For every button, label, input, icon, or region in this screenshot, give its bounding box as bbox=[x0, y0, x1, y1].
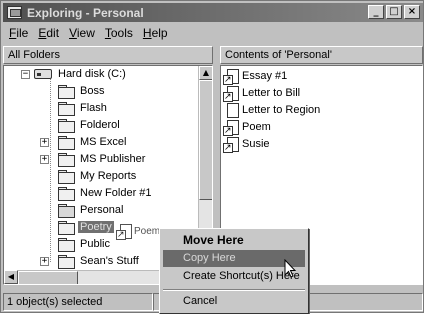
tree-item-label: Public bbox=[80, 238, 110, 250]
ms-publisher-expand-toggle[interactable]: + bbox=[40, 155, 49, 164]
file-item-letter-to-region[interactable]: Letter to Region bbox=[225, 102, 320, 118]
tree-item-label: Flash bbox=[80, 102, 107, 114]
folder-icon bbox=[58, 153, 75, 167]
tree-item-public[interactable]: Public bbox=[58, 236, 112, 252]
menu-edit[interactable]: Edit bbox=[38, 26, 59, 40]
document-shortcut-icon bbox=[116, 224, 132, 240]
maximize-button[interactable]: □ bbox=[386, 5, 402, 19]
close-button[interactable]: × bbox=[404, 5, 420, 19]
folder-icon bbox=[58, 255, 75, 269]
drag-ghost-label: Poem bbox=[134, 225, 161, 237]
menu-tools[interactable]: Tools bbox=[105, 26, 133, 40]
menu-item-cancel[interactable]: Cancel bbox=[163, 293, 305, 310]
tree-item-new-folder-1[interactable]: New Folder #1 bbox=[58, 185, 154, 201]
file-item-letter-to-bill[interactable]: Letter to Bill bbox=[223, 85, 301, 102]
file-item-poem[interactable]: Poem bbox=[223, 119, 271, 136]
window-controls: _ □ × bbox=[368, 5, 420, 19]
menu-bar: File Edit View Tools Help bbox=[3, 24, 168, 42]
folder-icon bbox=[58, 136, 75, 150]
tree-item-my-reports[interactable]: My Reports bbox=[58, 168, 138, 184]
tree-item-label-drop-target: Poetry bbox=[78, 221, 114, 233]
folder-icon bbox=[58, 119, 75, 133]
window-title: Exploring - Personal bbox=[27, 5, 144, 20]
file-item-label: Letter to Bill bbox=[242, 87, 301, 99]
menu-file[interactable]: File bbox=[9, 26, 28, 40]
menu-separator bbox=[163, 289, 305, 291]
tree-item-hard-disk[interactable]: Hard disk (C:) bbox=[34, 66, 128, 82]
menu-help[interactable]: Help bbox=[143, 26, 168, 40]
document-shortcut-icon bbox=[223, 69, 239, 85]
mouse-pointer-icon bbox=[284, 259, 297, 278]
seans-stuff-expand-toggle[interactable]: + bbox=[40, 257, 49, 266]
folder-icon bbox=[58, 221, 75, 235]
tree-item-label: Hard disk (C:) bbox=[58, 68, 126, 80]
folder-icon bbox=[58, 102, 75, 116]
scroll-up-arrow-icon[interactable]: ▲ bbox=[199, 66, 212, 80]
folder-icon bbox=[58, 85, 75, 99]
tree-item-label: My Reports bbox=[80, 170, 137, 182]
file-item-label: Essay #1 bbox=[242, 70, 288, 82]
status-selection-count: 1 object(s) selected bbox=[3, 293, 153, 311]
tree-item-label: New Folder #1 bbox=[80, 187, 152, 199]
drag-ghost-poem: Poem bbox=[116, 224, 161, 240]
open-folder-icon bbox=[58, 204, 75, 218]
document-shortcut-icon bbox=[223, 86, 239, 102]
hard-disk-icon bbox=[34, 69, 52, 79]
explorer-window: Exploring - Personal _ □ × File Edit Vie… bbox=[0, 0, 424, 314]
tree-item-poetry[interactable]: Poetry bbox=[58, 219, 114, 235]
scroll-thumb[interactable] bbox=[199, 80, 212, 200]
ms-excel-expand-toggle[interactable]: + bbox=[40, 138, 49, 147]
file-item-label: Susie bbox=[242, 138, 270, 150]
folder-icon bbox=[58, 238, 75, 252]
menu-item-move-here[interactable]: Move Here bbox=[163, 232, 305, 249]
tree-item-folderol[interactable]: Folderol bbox=[58, 117, 122, 133]
tree-item-label: MS Publisher bbox=[80, 153, 146, 165]
file-item-label: Poem bbox=[242, 121, 271, 133]
tree-item-label: Folderol bbox=[80, 119, 120, 131]
tree-item-label: Sean's Stuff bbox=[80, 255, 139, 267]
tree-item-flash[interactable]: Flash bbox=[58, 100, 109, 116]
file-item-label: Letter to Region bbox=[242, 104, 321, 116]
scroll-left-arrow-icon[interactable]: ◀ bbox=[4, 270, 18, 284]
contents-header[interactable]: Contents of 'Personal' bbox=[220, 46, 423, 64]
tree-item-boss[interactable]: Boss bbox=[58, 83, 106, 99]
tree-item-label: MS Excel bbox=[80, 136, 127, 148]
all-folders-header[interactable]: All Folders bbox=[3, 46, 213, 64]
tree-connector-lines bbox=[50, 76, 51, 262]
document-shortcut-icon bbox=[223, 137, 239, 153]
file-item-essay-1[interactable]: Essay #1 bbox=[223, 68, 288, 85]
file-item-susie[interactable]: Susie bbox=[223, 136, 270, 153]
tree-item-seans-stuff[interactable]: Sean's Stuff bbox=[58, 253, 141, 269]
document-shortcut-icon bbox=[223, 120, 239, 136]
document-icon bbox=[225, 103, 239, 118]
minimize-button[interactable]: _ bbox=[368, 5, 384, 19]
scroll-thumb[interactable] bbox=[18, 271, 78, 284]
drive-collapse-toggle[interactable]: − bbox=[21, 70, 30, 79]
title-bar[interactable]: Exploring - Personal _ □ × bbox=[3, 3, 423, 22]
folder-icon bbox=[58, 170, 75, 184]
explorer-app-icon[interactable] bbox=[7, 6, 22, 19]
tree-item-label: Personal bbox=[80, 204, 124, 216]
folder-icon bbox=[58, 187, 75, 201]
tree-item-personal[interactable]: Personal bbox=[58, 202, 125, 218]
tree-item-ms-excel[interactable]: MS Excel bbox=[58, 134, 128, 150]
tree-item-label: Boss bbox=[80, 85, 105, 97]
tree-item-ms-publisher[interactable]: MS Publisher bbox=[58, 151, 147, 167]
menu-view[interactable]: View bbox=[69, 26, 95, 40]
